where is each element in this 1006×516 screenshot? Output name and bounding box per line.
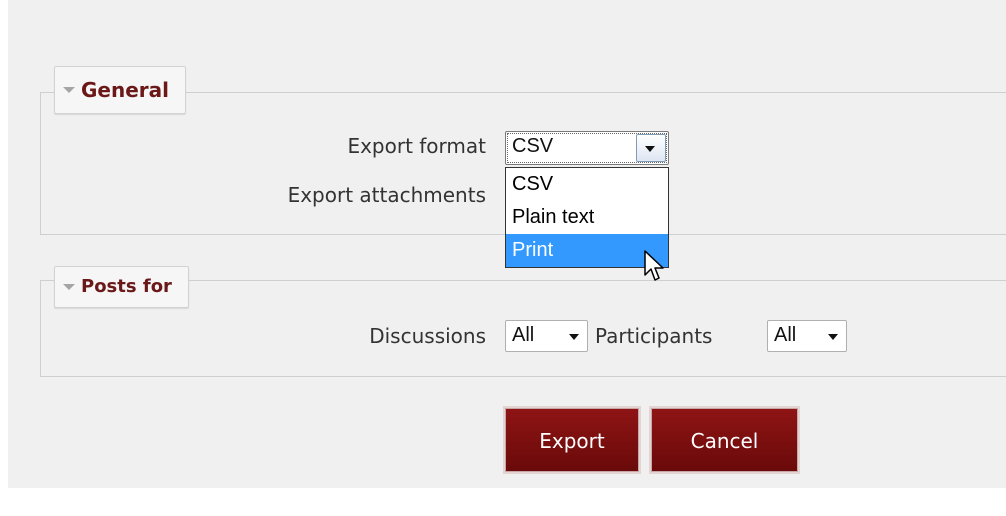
participants-label: Participants [595,324,713,348]
cancel-button[interactable]: Cancel [651,408,798,472]
discussions-select[interactable]: All [505,320,588,352]
chevron-down-icon [645,146,655,152]
discussions-label: Discussions [369,324,486,348]
collapse-caret-icon [63,284,75,290]
posts-for-section-toggle[interactable]: Posts for [54,266,189,308]
participants-select[interactable]: All [767,320,847,352]
chevron-down-icon [569,334,579,340]
export-format-value: CSV [512,135,554,157]
export-button[interactable]: Export [505,408,639,472]
export-format-label: Export format [347,134,486,158]
export-attachments-label: Export attachments [287,183,486,207]
discussions-value: All [512,324,535,346]
chevron-down-icon [828,334,838,340]
export-format-option-plain-text[interactable]: Plain text [506,201,668,234]
mouse-pointer-icon [644,250,664,281]
export-format-select[interactable]: CSV [505,131,669,165]
general-legend-label: General [81,78,169,102]
export-format-dropdown-button[interactable] [636,134,666,162]
collapse-caret-icon [63,87,75,93]
general-section-toggle[interactable]: General [54,66,186,114]
participants-value: All [774,324,797,346]
posts-for-legend-label: Posts for [81,276,172,297]
export-form-page: General Posts for Export format CSV Expo… [8,0,1006,488]
export-format-option-csv[interactable]: CSV [506,168,668,201]
